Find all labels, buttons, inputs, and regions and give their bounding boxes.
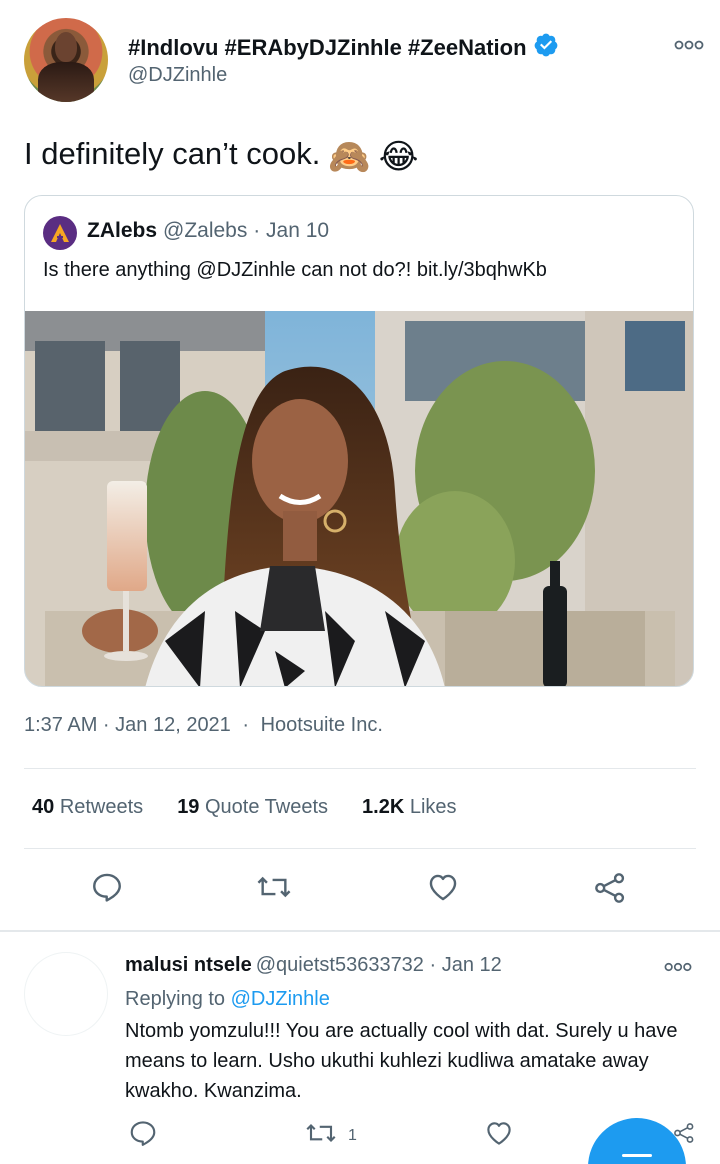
avatar-figure-body — [38, 62, 94, 102]
compose-tweet-button[interactable] — [588, 1118, 686, 1164]
meta-separator: · — [242, 714, 250, 736]
share-icon[interactable] — [592, 870, 628, 911]
quote-author: ZAlebs @Zalebs · Jan 10 — [87, 219, 329, 243]
quote-author-avatar — [43, 216, 77, 250]
more-dots-icon[interactable] — [664, 960, 692, 978]
tweet-action-bar — [0, 870, 720, 910]
more-dots-icon[interactable] — [674, 38, 704, 56]
tears-of-joy-emoji: 😂 — [378, 137, 419, 177]
author-handle[interactable]: @DJZinhle — [128, 64, 227, 87]
quote-date: · Jan 10 — [253, 219, 330, 242]
retweets-label: Retweets — [59, 796, 144, 818]
reply-text: Ntomb yomzulu!!! You are actually cool w… — [125, 1020, 678, 1102]
tweet-header: #Indlovu #ERAbyDJZinhle #ZeeNation @DJZi… — [24, 16, 704, 106]
reply-author[interactable]: malusi ntsele @quietst53633732 · Jan 12 — [125, 954, 502, 977]
replying-to: Replying to @DJZinhle — [125, 988, 330, 1011]
likes-stat[interactable]: 1.2K Likes — [362, 796, 457, 819]
retweet-icon[interactable] — [255, 870, 293, 909]
likes-count: 1.2K — [362, 796, 405, 818]
tweet-text-body: I definitely can’t cook. — [24, 136, 321, 171]
comment-icon[interactable] — [128, 1118, 158, 1148]
quote-author-handle: @Zalebs — [163, 219, 248, 242]
author-name-text: #Indlovu #ERAbyDJZinhle #ZeeNation — [128, 35, 527, 60]
tweet-source[interactable]: Hootsuite Inc. — [261, 714, 383, 736]
heart-icon[interactable] — [425, 870, 461, 909]
see-no-evil-monkey-emoji: 🙈 — [328, 137, 371, 177]
quote-photo[interactable] — [25, 311, 693, 686]
divider — [24, 768, 696, 769]
retweets-stat[interactable]: 40 Retweets — [32, 796, 143, 819]
author-avatar[interactable] — [24, 18, 108, 102]
replying-to-label: Replying to — [125, 988, 226, 1010]
avatar-figure-face — [55, 32, 77, 62]
quote-tweets-stat[interactable]: 19 Quote Tweets — [177, 796, 328, 819]
reply-author-avatar[interactable] — [24, 952, 108, 1036]
likes-label: Likes — [409, 796, 457, 818]
section-divider — [0, 930, 720, 932]
reply-author-name: malusi ntsele — [125, 954, 252, 976]
quote-tweets-count: 19 — [177, 796, 200, 818]
tweet-stats: 40 Retweets 19 Quote Tweets 1.2K Likes — [32, 796, 457, 819]
retweet-icon — [304, 1118, 338, 1153]
heart-icon[interactable] — [483, 1118, 515, 1148]
reply-retweet-count: 1 — [348, 1126, 357, 1144]
reply-author-handle: @quietst53633732 · Jan 12 — [255, 954, 502, 976]
retweets-count: 40 — [32, 796, 55, 818]
author-display-name[interactable]: #Indlovu #ERAbyDJZinhle #ZeeNation — [128, 32, 559, 64]
verified-badge-icon — [533, 32, 559, 64]
tweet-timestamp[interactable]: 1:37 AM · Jan 12, 2021 — [24, 714, 231, 736]
quote-text: Is there anything @DJZinhle can not do?!… — [43, 259, 547, 281]
quote-author-name: ZAlebs — [87, 219, 158, 242]
quote-tweets-label: Quote Tweets — [205, 796, 329, 818]
quote-tweet-card[interactable]: ZAlebs @Zalebs · Jan 10 Is there anything… — [24, 195, 694, 687]
tweet-text: I definitely can’t cook. 🙈 😂 — [24, 136, 418, 177]
divider — [24, 848, 696, 849]
retweet-button[interactable]: 1 — [304, 1118, 357, 1153]
comment-icon[interactable] — [90, 870, 124, 909]
replying-to-mention[interactable]: @DJZinhle — [231, 988, 330, 1010]
tweet-meta: 1:37 AM · Jan 12, 2021 · Hootsuite Inc. — [24, 714, 383, 737]
